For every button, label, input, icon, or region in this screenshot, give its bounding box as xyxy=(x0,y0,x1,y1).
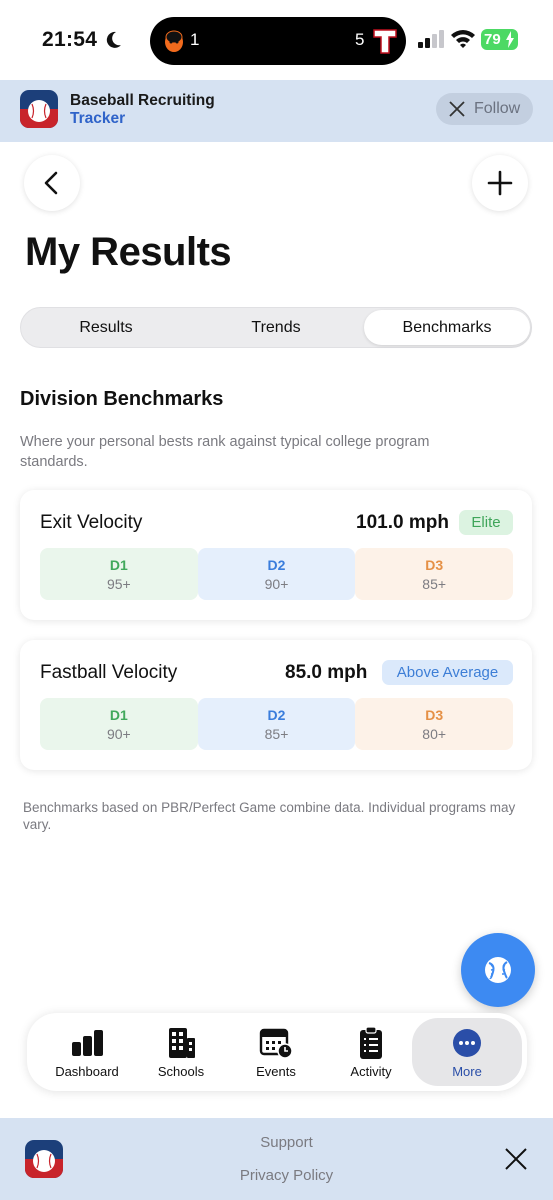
tier-label: D1 xyxy=(109,706,128,723)
follow-button[interactable]: Follow xyxy=(436,93,533,125)
support-link[interactable]: Support xyxy=(10,1134,553,1151)
segment-benchmarks[interactable]: Benchmarks xyxy=(364,310,530,345)
tab-label: Schools xyxy=(157,1063,205,1079)
division-tiers: D1 95+ D2 90+ D3 85+ xyxy=(40,548,514,600)
tier-label: D3 xyxy=(425,556,444,573)
tier-value: 90+ xyxy=(264,575,289,592)
status-badge: Above Average xyxy=(382,660,513,685)
benchmark-name: Exit Velocity xyxy=(40,512,143,533)
cellular-signal-icon xyxy=(418,30,444,48)
tab-label: Events xyxy=(256,1063,296,1079)
charging-bolt-icon xyxy=(506,31,514,48)
tier-d1: D1 95+ xyxy=(40,548,198,600)
section-description: Where your personal bests rank against t… xyxy=(20,434,430,470)
rangers-logo-icon xyxy=(373,29,397,54)
tier-label: D2 xyxy=(267,556,286,573)
bottom-banner: Support Privacy Policy xyxy=(0,1118,553,1200)
benchmark-card: Exit Velocity 101.0 mph Elite D1 95+ D2 … xyxy=(20,490,532,620)
building-icon xyxy=(169,1027,195,1058)
chevron-left-icon xyxy=(44,171,58,195)
tier-label: D2 xyxy=(267,706,286,723)
segment-results[interactable]: Results xyxy=(23,310,189,345)
back-button[interactable] xyxy=(24,155,80,211)
tier-value: 85+ xyxy=(422,575,447,592)
baseball-fab-button[interactable] xyxy=(461,933,535,1007)
moon-icon xyxy=(106,31,121,48)
tier-d1: D1 90+ xyxy=(40,698,198,750)
status-time: 21:54 xyxy=(42,28,98,51)
app-banner: Baseball Recruiting Tracker Follow xyxy=(0,80,553,142)
tier-d3: D3 85+ xyxy=(355,548,514,600)
tab-label: Activity xyxy=(350,1063,392,1079)
battery-level: 79 xyxy=(484,31,501,48)
score-left: 1 xyxy=(190,30,200,49)
tab-dashboard[interactable]: Dashboard xyxy=(39,1018,135,1086)
tab-more[interactable]: More xyxy=(412,1018,522,1086)
segment-trends[interactable]: Trends xyxy=(193,310,359,345)
page-title: My Results xyxy=(25,230,232,274)
orioles-logo-icon xyxy=(165,30,183,52)
app-logo-icon[interactable] xyxy=(20,90,58,128)
tab-bar: Dashboard Schools Events Activity More xyxy=(27,1013,527,1091)
tier-value: 80+ xyxy=(422,725,447,742)
benchmark-card: Fastball Velocity 85.0 mph Above Average… xyxy=(20,640,532,770)
section-title: Division Benchmarks xyxy=(20,388,224,410)
banner-subtitle: Tracker xyxy=(70,110,126,127)
plus-icon xyxy=(487,170,513,196)
add-button[interactable] xyxy=(472,155,528,211)
tab-activity[interactable]: Activity xyxy=(323,1018,419,1086)
benchmark-footnote: Benchmarks based on PBR/Perfect Game com… xyxy=(23,800,516,832)
division-tiers: D1 90+ D2 85+ D3 80+ xyxy=(40,698,514,750)
tier-value: 90+ xyxy=(106,725,131,742)
tab-label: Dashboard xyxy=(55,1063,119,1079)
tier-label: D1 xyxy=(109,556,128,573)
clipboard-icon xyxy=(360,1025,382,1059)
baseball-icon xyxy=(485,957,511,983)
benchmark-name: Fastball Velocity xyxy=(40,662,178,683)
tab-events[interactable]: Events xyxy=(228,1018,324,1086)
benchmark-value: 85.0 mph xyxy=(285,662,368,683)
tier-value: 95+ xyxy=(106,575,131,592)
segmented-control: Results Trends Benchmarks xyxy=(20,307,532,348)
score-right: 5 xyxy=(355,30,365,49)
tab-label: More xyxy=(452,1063,482,1079)
tier-d2: D2 90+ xyxy=(197,548,356,600)
banner-title: Baseball Recruiting xyxy=(70,92,215,109)
bar-chart-icon xyxy=(72,1029,103,1056)
tier-label: D3 xyxy=(425,706,444,723)
benchmark-value: 101.0 mph xyxy=(356,512,449,533)
more-icon xyxy=(453,1028,481,1057)
status-badge: Elite xyxy=(459,510,513,535)
close-icon[interactable] xyxy=(503,1146,529,1172)
status-bar: 21:54 1 5 79 xyxy=(0,0,553,80)
battery-indicator: 79 xyxy=(481,29,518,50)
close-icon xyxy=(449,101,465,117)
calendar-clock-icon xyxy=(259,1028,293,1059)
follow-label: Follow xyxy=(474,100,521,117)
privacy-policy-link[interactable]: Privacy Policy xyxy=(10,1167,553,1184)
tier-value: 85+ xyxy=(264,725,289,742)
wifi-icon xyxy=(451,30,475,48)
tier-d3: D3 80+ xyxy=(355,698,514,750)
tier-d2: D2 85+ xyxy=(197,698,356,750)
live-activity-island[interactable]: 1 5 xyxy=(150,17,406,65)
tab-schools[interactable]: Schools xyxy=(133,1018,229,1086)
